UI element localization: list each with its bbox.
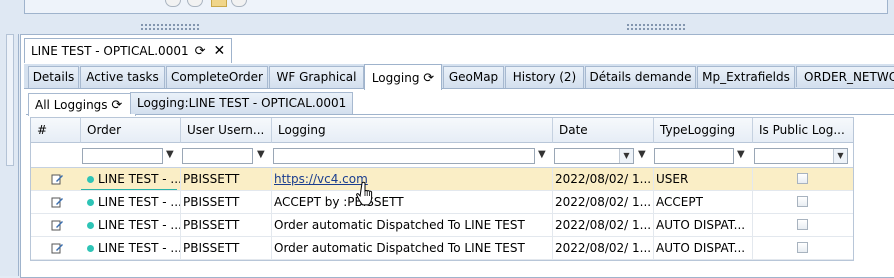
column-header-logging[interactable]: Logging <box>272 118 553 143</box>
main-tab-strip: Details Active tasks CompleteOrder WF Gr… <box>24 64 894 90</box>
table-row[interactable]: LINE TEST - ... PBISSETT https://vc4.com… <box>31 168 853 191</box>
user-cell: PBISSETT <box>181 168 272 190</box>
tab-details[interactable]: Details <box>28 66 79 88</box>
tab-logging-label: Logging <box>371 71 420 85</box>
tab-details-demande[interactable]: Détails demande <box>585 66 696 88</box>
document-tab[interactable]: LINE TEST - OPTICAL.0001 ⟳ ✕ <box>24 38 233 63</box>
splitter-grip[interactable] <box>626 23 686 31</box>
is-public-checkbox[interactable] <box>797 242 808 253</box>
date-cell: 2022/08/02/ 1... <box>553 214 654 236</box>
is-public-checkbox[interactable] <box>797 196 808 207</box>
edit-icon[interactable] <box>51 219 63 231</box>
date-cell: 2022/08/02/ 1... <box>553 237 654 259</box>
filter-icon[interactable]: ▼ <box>257 149 265 160</box>
filter-icon[interactable]: ▼ <box>166 149 174 160</box>
parent-toolbar-button[interactable] <box>231 0 247 7</box>
date-cell: 2022/08/02/ 1... <box>553 168 654 190</box>
typelogging-cell: AUTO DISPAT... <box>654 237 753 259</box>
column-header-is-public[interactable]: Is Public Log... <box>753 118 853 143</box>
filter-icon[interactable]: ▼ <box>737 149 745 160</box>
is-public-checkbox[interactable] <box>797 219 808 230</box>
table-row[interactable]: LINE TEST - ... PBISSETT ACCEPT by :PBIS… <box>31 191 853 214</box>
hand-cursor-icon <box>356 181 373 206</box>
document-tab-title: LINE TEST - OPTICAL.0001 <box>31 44 189 58</box>
edit-icon[interactable] <box>51 196 63 208</box>
edit-icon[interactable] <box>51 173 63 185</box>
user-filter-input[interactable] <box>182 148 253 164</box>
table-row[interactable]: LINE TEST - ... PBISSETT Order automatic… <box>31 214 853 237</box>
tab-wf-graphical[interactable]: WF Graphical <box>269 66 364 88</box>
column-header-date[interactable]: Date <box>553 118 654 143</box>
edit-icon[interactable] <box>51 242 63 254</box>
order-filter-input[interactable] <box>82 148 163 164</box>
tab-history[interactable]: History (2) <box>505 66 584 88</box>
close-icon[interactable]: ✕ <box>214 43 226 59</box>
filter-row: ▼ ▼ ▼ ▼ ▼ ▼ ▼ <box>31 143 853 168</box>
subtab-all-loggings[interactable]: All Loggings ⟳ <box>28 93 136 116</box>
tab-geomap[interactable]: GeoMap <box>443 66 504 88</box>
parent-toolbar-button[interactable] <box>187 0 203 7</box>
splitter-grip[interactable] <box>140 23 200 31</box>
is-public-checkbox[interactable] <box>797 173 808 184</box>
order-cell[interactable]: LINE TEST - ... <box>81 237 181 259</box>
column-header-order[interactable]: Order <box>81 118 181 143</box>
logging-grid: # Order User Usern... Logging Date TypeL… <box>30 117 854 261</box>
parent-window-strip <box>0 0 894 34</box>
subtab-all-loggings-label: All Loggings <box>35 98 108 112</box>
column-header-index[interactable]: # <box>31 118 81 143</box>
logging-link[interactable]: https://vc4.com <box>274 172 368 186</box>
logging-cell: https://vc4.com <box>272 168 553 190</box>
sub-tab-strip: All Loggings ⟳ Logging:LINE TEST - OPTIC… <box>26 90 894 116</box>
refresh-icon[interactable]: ⟳ <box>111 98 122 113</box>
refresh-icon[interactable]: ⟳ <box>195 44 206 59</box>
column-header-user[interactable]: User Usern... <box>181 118 272 143</box>
status-dot-icon <box>87 244 94 252</box>
logging-filter-input[interactable] <box>273 148 535 164</box>
refresh-icon[interactable]: ⟳ <box>423 71 434 86</box>
status-dot-icon <box>87 198 94 206</box>
is-public-filter-select[interactable]: ▼ <box>754 148 848 164</box>
logging-cell: Order automatic Dispatched To LINE TEST <box>272 214 553 236</box>
table-row[interactable]: LINE TEST - ... PBISSETT Order automatic… <box>31 237 853 260</box>
tab-complete-order[interactable]: CompleteOrder <box>166 66 268 88</box>
user-cell: PBISSETT <box>181 237 272 259</box>
chevron-down-icon[interactable]: ▼ <box>833 149 847 163</box>
logging-cell: Order automatic Dispatched To LINE TEST <box>272 237 553 259</box>
left-panel-edge <box>0 34 19 276</box>
chevron-down-icon[interactable]: ▼ <box>619 149 633 163</box>
tab-logging[interactable]: Logging ⟳ <box>364 64 442 90</box>
filter-icon[interactable]: ▼ <box>538 149 546 160</box>
date-cell: 2022/08/02/ 1... <box>553 191 654 213</box>
order-cell[interactable]: LINE TEST - ... <box>81 168 181 190</box>
logging-cell: ACCEPT by :PBISSETT <box>272 191 553 213</box>
order-cell[interactable]: LINE TEST - ... <box>81 214 181 236</box>
subtab-logging-detail[interactable]: Logging:LINE TEST - OPTICAL.0001 <box>130 92 353 114</box>
filter-icon[interactable]: ▼ <box>638 149 646 160</box>
status-dot-icon <box>87 221 94 229</box>
is-public-cell <box>753 237 853 259</box>
tab-mp-extrafields[interactable]: Mp_Extrafields <box>697 66 795 88</box>
tab-active-tasks[interactable]: Active tasks <box>80 66 165 88</box>
date-filter-select[interactable]: ▼ <box>554 148 634 164</box>
parent-toolbar-button[interactable] <box>165 0 181 7</box>
is-public-cell <box>753 168 853 190</box>
is-public-cell <box>753 214 853 236</box>
typelogging-cell: USER <box>654 168 753 190</box>
is-public-cell <box>753 191 853 213</box>
column-header-typelogging[interactable]: TypeLogging <box>654 118 753 143</box>
user-cell: PBISSETT <box>181 214 272 236</box>
status-dot-icon <box>87 175 94 183</box>
order-cell[interactable]: LINE TEST - ... <box>81 191 181 213</box>
parent-toolbar <box>24 0 888 14</box>
typelogging-filter-input[interactable] <box>654 148 734 164</box>
typelogging-cell: ACCEPT <box>654 191 753 213</box>
typelogging-cell: AUTO DISPAT... <box>654 214 753 236</box>
tab-order-network[interactable]: ORDER_NETWO <box>796 66 894 87</box>
user-cell: PBISSETT <box>181 191 272 213</box>
parent-toolbar-folder-icon[interactable] <box>211 0 227 7</box>
